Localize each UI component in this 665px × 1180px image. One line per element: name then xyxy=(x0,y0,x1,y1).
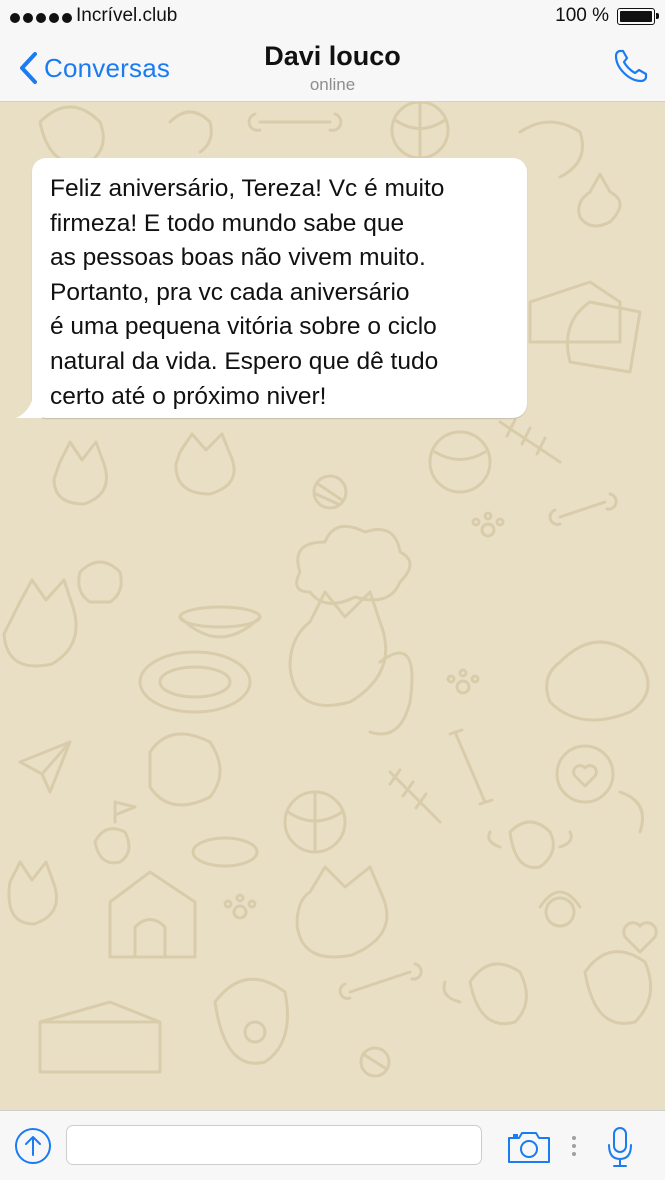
message-composer xyxy=(0,1110,665,1180)
incoming-message-bubble[interactable]: Feliz aniversário, Tereza! Vc é muito fi… xyxy=(16,158,527,418)
upload-arrow-icon[interactable] xyxy=(13,1126,53,1166)
contact-name[interactable]: Davi louco xyxy=(0,41,665,72)
camera-icon[interactable] xyxy=(506,1129,552,1165)
divider-dots-icon xyxy=(572,1136,576,1156)
battery-percent: 100 % xyxy=(555,5,609,26)
chat-header: Conversas Davi louco online xyxy=(0,34,665,102)
phone-icon[interactable] xyxy=(611,46,651,86)
status-bar: Incrível.club 100 % xyxy=(0,0,665,34)
microphone-icon[interactable] xyxy=(604,1125,636,1169)
message-text: Feliz aniversário, Tereza! Vc é muito fi… xyxy=(50,175,445,410)
chat-area[interactable]: Feliz aniversário, Tereza! Vc é muito fi… xyxy=(0,102,665,1110)
signal-strength-icon xyxy=(10,13,72,23)
battery-icon xyxy=(617,8,659,25)
message-input[interactable] xyxy=(66,1125,482,1165)
carrier-name: Incrível.club xyxy=(76,5,178,26)
contact-status: online xyxy=(309,75,356,94)
bubble-tail xyxy=(16,392,42,418)
